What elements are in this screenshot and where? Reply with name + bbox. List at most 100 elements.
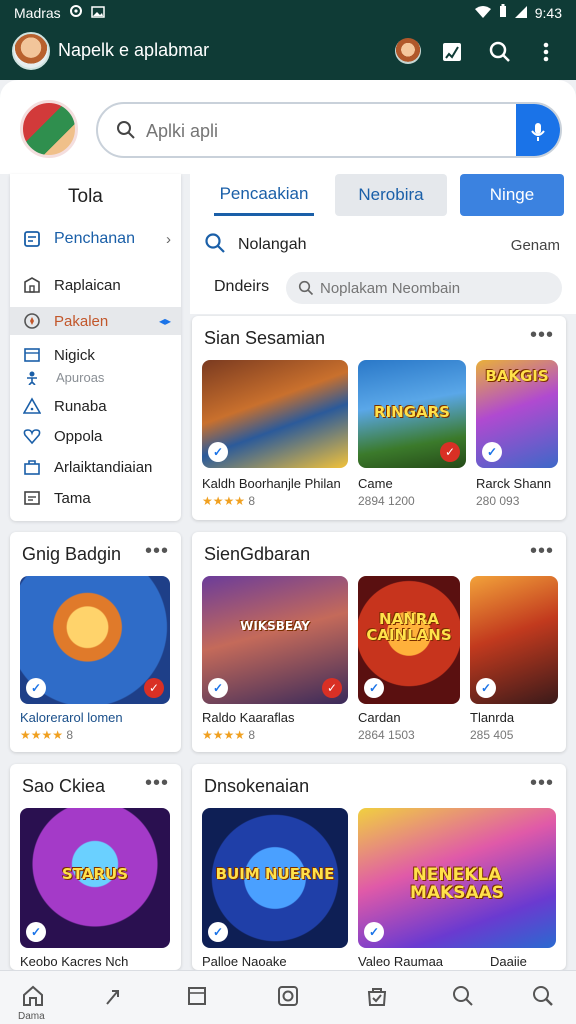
tab-ninge[interactable]: Ninge: [460, 174, 564, 216]
verified-icon: ✓: [482, 442, 502, 462]
filter-row: Dndeirs: [214, 272, 564, 304]
app-tile[interactable]: STARUS ✓ Keobo Kacres Nch: [20, 808, 170, 969]
sidebar-item-nigick[interactable]: Nigick: [10, 341, 181, 369]
search-alt-icon[interactable]: [528, 981, 558, 1011]
sidebar-item-penchanan[interactable]: Penchanan ›: [10, 225, 181, 253]
sidebar-item-label: Tama: [54, 489, 91, 507]
chevron-right-icon: ›: [166, 230, 171, 248]
app-thumbnail[interactable]: RINGARS ✓: [358, 360, 466, 468]
clock-text: 9:43: [534, 4, 562, 21]
swap-icon: ◂▸: [158, 314, 171, 328]
rating-count: 8: [66, 728, 74, 742]
more-vert-icon[interactable]: [532, 38, 560, 66]
account-avatar[interactable]: [395, 38, 421, 64]
app-tile[interactable]: WIKSBEAY ✓ ✓ Raldo Kaaraflas ★★★★ 8: [202, 576, 348, 746]
app-downloads: 285 405: [470, 728, 514, 742]
app-thumbnail[interactable]: ✓: [202, 360, 348, 468]
filter-search-input[interactable]: [320, 278, 550, 298]
sidebar-heading: Tola: [68, 186, 103, 207]
verified-icon: ✓: [208, 678, 228, 698]
id-card-icon: [22, 488, 42, 508]
home-icon[interactable]: [18, 981, 48, 1011]
sidebar-item-tama[interactable]: Tama: [10, 484, 181, 512]
search-icon: [204, 232, 226, 259]
app-tile[interactable]: NANRA CAINLANS ✓ Cardan 2864 1503: [358, 576, 460, 746]
search-icon[interactable]: [486, 38, 514, 66]
sidebar-item-arlaiktandiaian[interactable]: Arlaiktandiaian: [10, 453, 181, 481]
more-horiz-icon[interactable]: •••: [530, 540, 554, 563]
app-name: Cardan: [358, 710, 401, 725]
game-banner: BUIM NUERNE: [215, 864, 335, 883]
sidebar-item-pakalen[interactable]: Pakalen ◂▸: [10, 307, 181, 335]
sidebar-item-label: Runaba: [54, 397, 107, 415]
share-icon[interactable]: [100, 981, 130, 1011]
app-tile[interactable]: RINGARS ✓ Came 2894 1200: [358, 360, 466, 510]
search-icon[interactable]: [448, 981, 478, 1011]
search-row[interactable]: Nolangah Genam: [204, 232, 564, 258]
card-section: SienGdbaran ••• WIKSBEAY ✓ ✓ Raldo Kaara…: [192, 532, 566, 752]
sidebar-item-raplaican[interactable]: Raplaican: [10, 271, 181, 299]
app-name: Came: [358, 476, 393, 491]
verified-icon: ✓: [208, 442, 228, 462]
app-thumbnail[interactable]: STARUS ✓: [20, 808, 170, 948]
search-input[interactable]: [146, 118, 506, 144]
more-horiz-icon[interactable]: •••: [530, 772, 554, 795]
app-downloads: 2894 1200: [358, 494, 415, 508]
camera-icon[interactable]: [273, 981, 303, 1011]
mic-button[interactable]: [516, 104, 560, 156]
badge-icon: ✓: [144, 678, 164, 698]
more-horiz-icon[interactable]: •••: [145, 772, 169, 795]
card-section: Sian Sesamian ••• ✓ Kaldh Boorhanjle Phi…: [192, 316, 566, 520]
sidebar-item-label: Oppola: [54, 427, 103, 445]
person-icon: [26, 371, 38, 390]
app-thumbnail[interactable]: NENEKLA MAKSAAS ✓: [358, 808, 556, 948]
main-search-bar[interactable]: [96, 102, 562, 158]
app-thumbnail[interactable]: ✓: [470, 576, 558, 704]
mic-icon: [531, 123, 545, 141]
card-title: Sao Ckiea: [22, 776, 106, 796]
verified-icon: ✓: [476, 678, 496, 698]
app-thumbnail[interactable]: WIKSBEAY ✓ ✓: [202, 576, 348, 704]
filter-search[interactable]: [286, 272, 562, 304]
nav-home-label: Dama: [18, 1011, 45, 1022]
rating-stars: ★★★★: [20, 728, 64, 742]
tab-pencaakian[interactable]: Pencaakian: [214, 174, 314, 216]
app-tile[interactable]: NENEKLA MAKSAAS ✓ Valeo Raumaa Daaiie: [358, 808, 556, 969]
app-downloads: 2864 1503: [358, 728, 415, 742]
app-tile[interactable]: ✓ Tlanrda 285 405: [470, 576, 558, 746]
status-bar: Madras 9:43: [0, 0, 576, 26]
sidebar-item-label: Nigick: [54, 346, 95, 364]
app-thumbnail[interactable]: BAKGIS ✓: [476, 360, 558, 468]
card-title: Dnsokenaian: [204, 776, 310, 796]
card-title: SienGdbaran: [204, 544, 311, 564]
app-name: Raldo Kaaraflas: [202, 710, 295, 725]
app-thumbnail[interactable]: ✓ ✓: [20, 576, 170, 704]
badge-icon: ✓: [440, 442, 460, 462]
search-row-label: Nolangah: [238, 236, 307, 253]
app-tile[interactable]: BUIM NUERNE ✓ Palloe Naoake: [202, 808, 348, 969]
app-downloads: 280 093: [476, 494, 520, 508]
bag-check-icon[interactable]: [362, 981, 392, 1011]
app-thumbnail[interactable]: NANRA CAINLANS ✓: [358, 576, 460, 704]
app-tile[interactable]: ✓ ✓ Kalorerarol lomen ★★★★ 8: [20, 576, 170, 746]
sidebar-item-oppola[interactable]: Oppola: [10, 422, 181, 450]
game-banner: NANRA CAINLANS: [366, 609, 452, 644]
square-icon[interactable]: [182, 981, 212, 1011]
app-bar: Napelk e aplabmar: [0, 26, 576, 80]
filter-panel: Pencaakian Nerobira Ninge Nolangah Genam…: [190, 174, 576, 314]
search-icon: [298, 280, 314, 301]
card-title: Sian Sesamian: [204, 328, 326, 348]
sidebar-subitem-apuroas[interactable]: Apuroas: [56, 370, 104, 385]
app-tile[interactable]: ✓ Kaldh Boorhanjle Philan ★★★★ 8: [202, 360, 348, 510]
more-horiz-icon[interactable]: •••: [145, 540, 169, 563]
search-row-right-label[interactable]: Genam: [511, 237, 560, 254]
sidebar-item-runaba[interactable]: Runaba: [10, 392, 181, 420]
verified-icon: ✓: [208, 922, 228, 942]
app-tile[interactable]: BAKGIS ✓ Rarck Shann 280 093: [476, 360, 558, 510]
app-thumbnail[interactable]: BUIM NUERNE ✓: [202, 808, 348, 948]
tab-nerobira[interactable]: Nerobira: [335, 174, 447, 216]
edit-icon[interactable]: [438, 38, 466, 66]
profile-image[interactable]: [20, 100, 78, 158]
more-horiz-icon[interactable]: •••: [530, 324, 554, 347]
avatar[interactable]: [12, 32, 50, 70]
